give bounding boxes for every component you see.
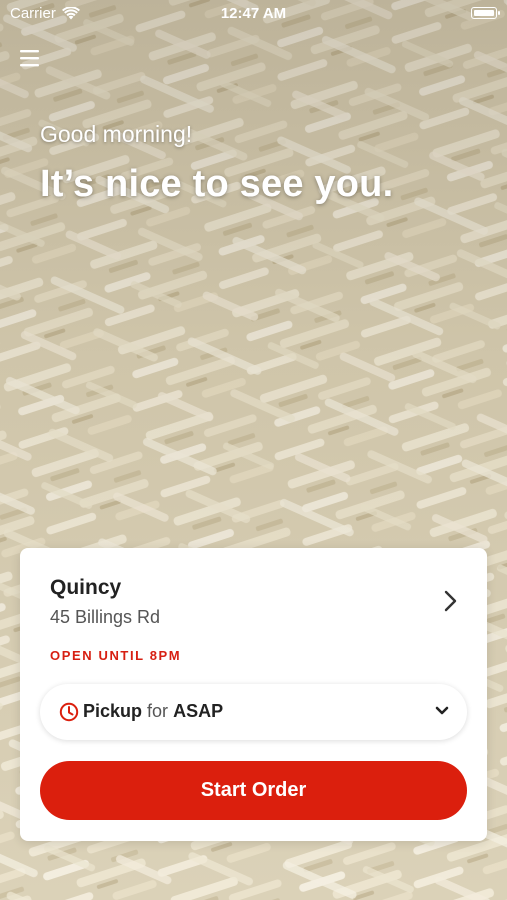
chevron-down-icon xyxy=(435,706,449,715)
order-mode-dropdown[interactable]: Pickup for ASAP xyxy=(40,684,467,740)
order-mode-label: Pickup for ASAP xyxy=(83,701,223,722)
order-mode-connector: for xyxy=(147,701,169,721)
start-order-button[interactable]: Start Order xyxy=(40,761,467,820)
battery-level xyxy=(474,10,494,16)
order-mode-time: ASAP xyxy=(173,701,224,721)
status-time: 12:47 AM xyxy=(220,5,287,22)
status-bar: Carrier 12:47 AM xyxy=(0,0,507,30)
hamburger-menu-icon xyxy=(20,50,39,67)
store-name: Quincy xyxy=(50,576,122,599)
menu-button[interactable] xyxy=(18,47,42,69)
store-card: Quincy 45 Billings Rd OPEN UNTIL 8PM Pic… xyxy=(20,548,487,841)
store-hours-status: OPEN UNTIL 8PM xyxy=(50,648,182,663)
clock-icon xyxy=(59,702,79,722)
store-address: 45 Billings Rd xyxy=(50,607,161,627)
greeting-subtitle: Good morning! xyxy=(40,121,193,147)
store-selector[interactable]: Quincy 45 Billings Rd xyxy=(20,548,487,658)
home-screen: Carrier 12:47 AM Good morning! It’s nice… xyxy=(0,0,507,900)
battery-icon xyxy=(471,7,500,19)
greeting-headline: It’s nice to see you. xyxy=(40,163,394,205)
chevron-right-icon xyxy=(444,590,457,612)
order-mode-type: Pickup xyxy=(83,701,143,721)
